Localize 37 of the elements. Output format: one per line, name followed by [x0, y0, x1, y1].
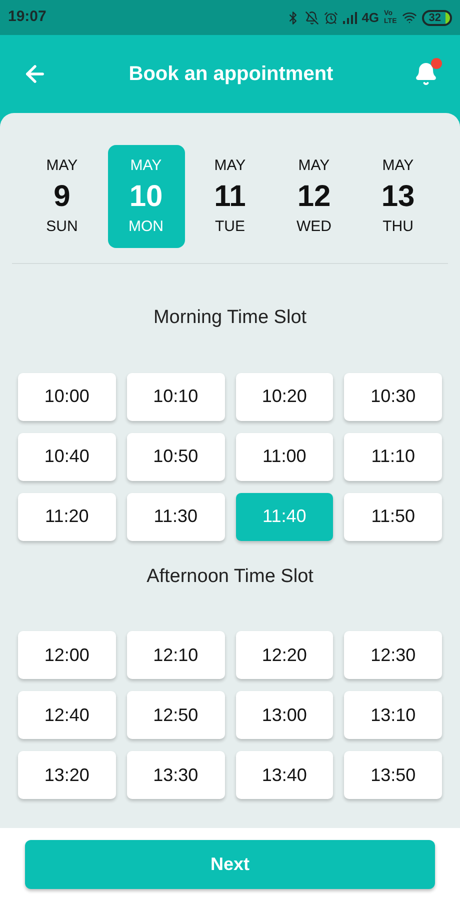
time-slot[interactable]: 13:20 — [18, 751, 116, 799]
time-slot[interactable]: 13:00 — [236, 691, 334, 739]
time-slot[interactable]: 13:50 — [344, 751, 442, 799]
date-option[interactable]: MAY 11 TUE — [192, 145, 268, 248]
page-title: Book an appointment — [128, 62, 334, 87]
date-option[interactable]: MAY 9 SUN — [24, 145, 100, 248]
muted-bell-icon — [304, 10, 319, 24]
time-slot[interactable]: 10:20 — [236, 372, 334, 420]
section-title: Afternoon Time Slot — [146, 564, 314, 588]
section-title: Morning Time Slot — [152, 306, 308, 330]
date-option[interactable]: MAY 13 THU — [360, 145, 436, 248]
time-slot[interactable]: 11:00 — [236, 432, 334, 480]
time-slot[interactable]: 12:20 — [236, 631, 334, 679]
network-type: 4G — [362, 8, 380, 27]
date-option[interactable]: MAY 12 WED — [276, 145, 352, 248]
time-slot[interactable]: 10:00 — [18, 372, 116, 420]
time-slot[interactable]: 12:30 — [344, 631, 442, 679]
time-slot[interactable]: 12:40 — [18, 691, 116, 739]
time-slot[interactable]: 12:50 — [126, 691, 224, 739]
time-slot[interactable]: 11:10 — [344, 432, 442, 480]
battery-indicator: 32 — [422, 10, 452, 26]
time-slot[interactable]: 11:50 — [344, 492, 442, 540]
time-slot[interactable]: 12:10 — [126, 631, 224, 679]
time-slot[interactable]: 10:50 — [126, 432, 224, 480]
time-slot[interactable]: 12:00 — [18, 631, 116, 679]
signal-icon — [342, 12, 357, 24]
time-slot[interactable]: 11:30 — [126, 492, 224, 540]
time-slot[interactable]: 13:40 — [236, 751, 334, 799]
time-slot[interactable]: 11:20 — [18, 492, 116, 540]
time-slot[interactable]: 10:30 — [344, 372, 442, 420]
time-slot[interactable]: 10:40 — [18, 432, 116, 480]
time-slot[interactable]: 13:30 — [126, 751, 224, 799]
time-slot[interactable]: 13:10 — [344, 691, 442, 739]
time-slot[interactable]: 10:10 — [126, 372, 224, 420]
status-time: 19:07 — [8, 7, 46, 28]
alarm-icon — [324, 10, 338, 24]
wifi-icon — [402, 10, 417, 25]
